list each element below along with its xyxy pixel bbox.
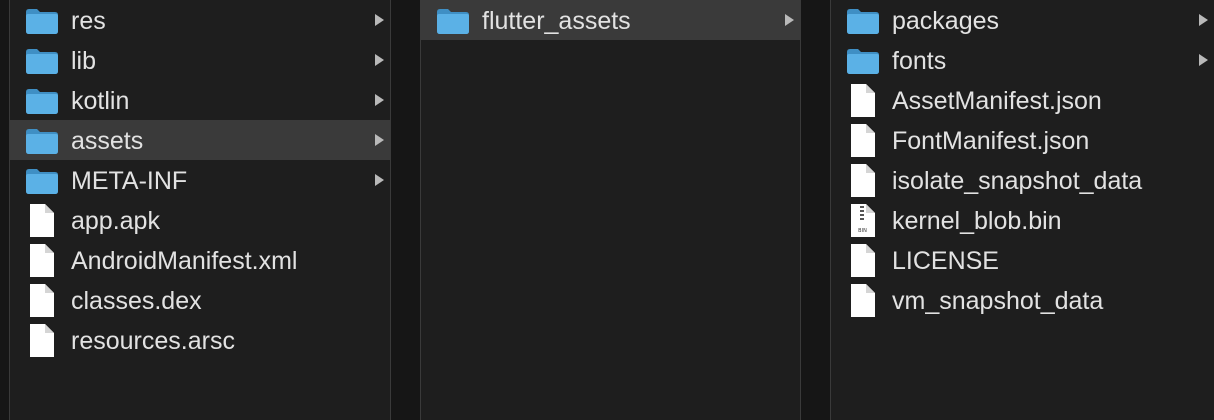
bin-badge-text: BIN bbox=[858, 228, 867, 234]
document-icon bbox=[24, 240, 60, 280]
chevron-right-icon[interactable] bbox=[375, 174, 384, 186]
item-label: res bbox=[71, 7, 106, 35]
folder-icon bbox=[24, 0, 60, 40]
folder-item-assets[interactable]: assets bbox=[10, 120, 390, 160]
folder-item-fonts[interactable]: fonts bbox=[831, 40, 1214, 80]
folder-item-res[interactable]: res bbox=[10, 0, 390, 40]
chevron-right-icon[interactable] bbox=[375, 14, 384, 26]
file-item-isolate-snapshot-data[interactable]: isolate_snapshot_data bbox=[831, 160, 1214, 200]
folder-icon bbox=[24, 120, 60, 160]
column-resize-handle-2[interactable] bbox=[800, 0, 831, 420]
chevron-right-icon[interactable] bbox=[375, 54, 384, 66]
item-label: resources.arsc bbox=[71, 327, 235, 355]
item-label: AndroidManifest.xml bbox=[71, 247, 298, 275]
column-browser: res lib kotlin assets META-INF app.apk Android… bbox=[0, 0, 1214, 420]
folder-item-packages[interactable]: packages bbox=[831, 0, 1214, 40]
document-icon bbox=[845, 120, 881, 160]
item-label: fonts bbox=[892, 47, 947, 75]
file-item-kernel-blob-bin[interactable]: BIN kernel_blob.bin bbox=[831, 200, 1214, 240]
document-icon bbox=[24, 200, 60, 240]
document-icon bbox=[845, 240, 881, 280]
item-label: kernel_blob.bin bbox=[892, 207, 1062, 235]
folder-icon bbox=[845, 0, 881, 40]
file-item-androidmanifest-xml[interactable]: AndroidManifest.xml bbox=[10, 240, 390, 280]
binary-file-icon: BIN bbox=[845, 200, 881, 240]
folder-item-lib[interactable]: lib bbox=[10, 40, 390, 80]
file-item-classes-dex[interactable]: classes.dex bbox=[10, 280, 390, 320]
item-label: lib bbox=[71, 47, 97, 75]
item-label: FontManifest.json bbox=[892, 127, 1090, 155]
folder-item-flutter-assets[interactable]: flutter_assets bbox=[421, 0, 800, 40]
folder-icon bbox=[24, 160, 60, 200]
item-label: classes.dex bbox=[71, 287, 202, 315]
file-item-assetmanifest-json[interactable]: AssetManifest.json bbox=[831, 80, 1214, 120]
item-label: isolate_snapshot_data bbox=[892, 167, 1143, 195]
file-item-resources-arsc[interactable]: resources.arsc bbox=[10, 320, 390, 360]
document-icon bbox=[845, 280, 881, 320]
folder-item-kotlin[interactable]: kotlin bbox=[10, 80, 390, 120]
chevron-right-icon[interactable] bbox=[1199, 14, 1208, 26]
document-icon bbox=[24, 320, 60, 360]
item-label: META-INF bbox=[71, 167, 188, 195]
item-label: app.apk bbox=[71, 207, 160, 235]
folder-item-meta-inf[interactable]: META-INF bbox=[10, 160, 390, 200]
chevron-right-icon[interactable] bbox=[375, 134, 384, 146]
file-item-license[interactable]: LICENSE bbox=[831, 240, 1214, 280]
item-label: vm_snapshot_data bbox=[892, 287, 1104, 315]
folder-icon bbox=[435, 0, 471, 40]
folder-icon bbox=[845, 40, 881, 80]
item-label: flutter_assets bbox=[482, 7, 631, 35]
item-label: AssetManifest.json bbox=[892, 87, 1102, 115]
folder-icon bbox=[24, 40, 60, 80]
left-edge bbox=[0, 0, 10, 420]
document-icon bbox=[845, 160, 881, 200]
file-item-fontmanifest-json[interactable]: FontManifest.json bbox=[831, 120, 1214, 160]
item-label: packages bbox=[892, 7, 1000, 35]
column-root[interactable]: res lib kotlin assets META-INF app.apk Android… bbox=[10, 0, 390, 420]
document-icon bbox=[24, 280, 60, 320]
item-label: LICENSE bbox=[892, 247, 999, 275]
chevron-right-icon[interactable] bbox=[785, 14, 794, 26]
file-item-vm-snapshot-data[interactable]: vm_snapshot_data bbox=[831, 280, 1214, 320]
item-label: kotlin bbox=[71, 87, 130, 115]
column-assets[interactable]: flutter_assets bbox=[421, 0, 800, 420]
document-icon bbox=[845, 80, 881, 120]
item-label: assets bbox=[71, 127, 144, 155]
chevron-right-icon[interactable] bbox=[375, 94, 384, 106]
column-resize-handle-1[interactable] bbox=[390, 0, 421, 420]
file-item-app-apk[interactable]: app.apk bbox=[10, 200, 390, 240]
folder-icon bbox=[24, 80, 60, 120]
chevron-right-icon[interactable] bbox=[1199, 54, 1208, 66]
column-flutter-assets[interactable]: packages fonts AssetManifest.json FontManif… bbox=[831, 0, 1214, 420]
